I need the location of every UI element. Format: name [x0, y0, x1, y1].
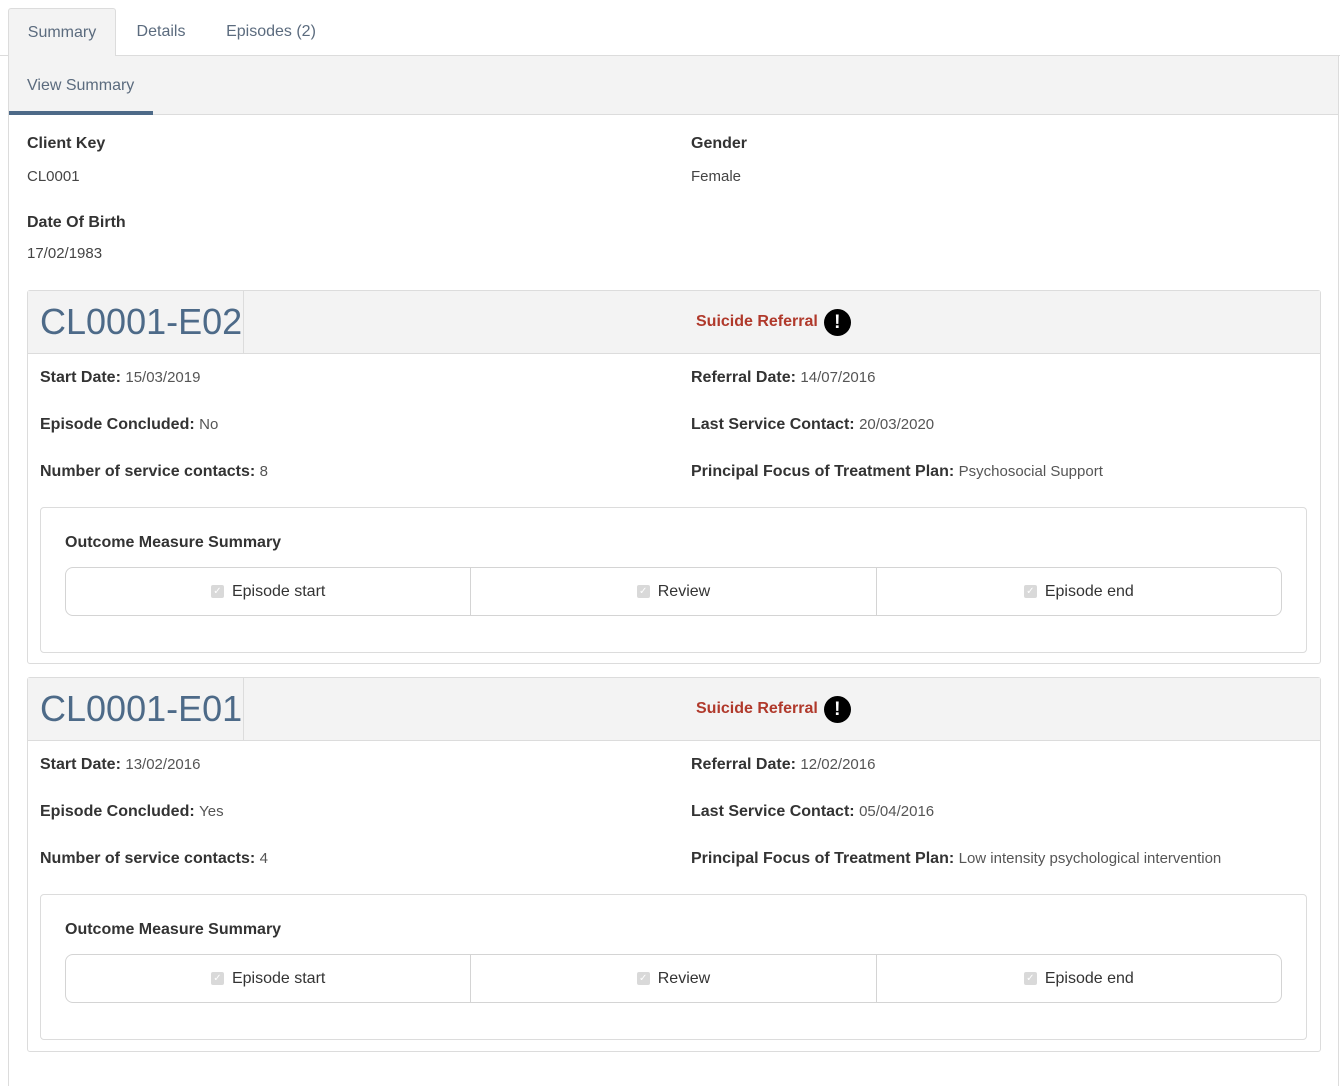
tab-details[interactable]: Details [122, 8, 200, 56]
checkbox-icon: ✓ [1023, 585, 1037, 598]
principal-focus-row: Principal Focus of Treatment Plan: Low i… [691, 850, 1222, 867]
episode-concluded-row: Episode Concluded: Yes [40, 803, 224, 820]
outcome-measure-summary: Outcome Measure Summary ✓ Episode start ✓… [40, 507, 1307, 653]
outcome-button-group: ✓ Episode start ✓ Review ✓ Episode end [65, 567, 1282, 616]
tab-episodes[interactable]: Episodes (2) [212, 8, 330, 56]
suicide-referral-flag: Suicide Referral [696, 313, 818, 330]
start-date-row: Start Date: 13/02/2016 [40, 756, 201, 773]
outcome-review[interactable]: ✓ Review [471, 568, 877, 615]
outcome-review[interactable]: ✓ Review [471, 955, 877, 1002]
outcome-title: Outcome Measure Summary [65, 921, 282, 938]
outcome-episode-start[interactable]: ✓ Episode start [66, 955, 472, 1002]
outcome-measure-summary: Outcome Measure Summary ✓ Episode start ✓… [40, 894, 1307, 1040]
dob-label: Date Of Birth [27, 214, 126, 231]
referral-date-row: Referral Date: 12/02/2016 [691, 756, 876, 773]
service-contacts-row: Number of service contacts: 4 [40, 850, 268, 867]
episode-flag: Suicide Referral ! [696, 308, 851, 336]
episode-flag: Suicide Referral ! [696, 695, 851, 723]
checkbox-icon: ✓ [210, 585, 224, 598]
subtab-view-summary[interactable]: View Summary [9, 56, 153, 115]
subtab-bar: View Summary [9, 56, 1338, 115]
exclamation-icon: ! [823, 308, 851, 336]
outcome-episode-end[interactable]: ✓ Episode end [877, 955, 1281, 1002]
outcome-button-group: ✓ Episode start ✓ Review ✓ Episode end [65, 954, 1282, 1003]
outcome-episode-end[interactable]: ✓ Episode end [877, 568, 1281, 615]
gender-value: Female [691, 168, 742, 185]
episode-header: CL0001-E02 Suicide Referral ! [28, 291, 1320, 354]
outcome-episode-start[interactable]: ✓ Episode start [66, 568, 472, 615]
episode-card: CL0001-E02 Suicide Referral ! Start Date… [27, 290, 1321, 664]
main-tabs: Summary Details Episodes (2) [0, 0, 1340, 57]
summary-panel: View Summary Client Key CL0001 Gender Fe… [8, 56, 1339, 1086]
referral-date-row: Referral Date: 14/07/2016 [691, 369, 876, 386]
episode-id: CL0001-E02 [28, 291, 244, 353]
client-key-label: Client Key [27, 135, 106, 152]
service-contacts-row: Number of service contacts: 8 [40, 463, 268, 480]
checkbox-icon: ✓ [636, 585, 650, 598]
exclamation-icon: ! [823, 695, 851, 723]
dob-value: 17/02/1983 [27, 245, 103, 262]
start-date-row: Start Date: 15/03/2019 [40, 369, 201, 386]
suicide-referral-flag: Suicide Referral [696, 700, 818, 717]
checkbox-icon: ✓ [1023, 972, 1037, 985]
episode-id: CL0001-E01 [28, 678, 244, 740]
checkbox-icon: ✓ [210, 972, 224, 985]
episode-concluded-row: Episode Concluded: No [40, 416, 219, 433]
last-service-contact-row: Last Service Contact: 20/03/2020 [691, 416, 935, 433]
gender-label: Gender [691, 135, 748, 152]
episode-card: CL0001-E01 Suicide Referral ! Start Date… [27, 677, 1321, 1052]
principal-focus-row: Principal Focus of Treatment Plan: Psych… [691, 463, 1103, 480]
episode-header: CL0001-E01 Suicide Referral ! [28, 678, 1320, 741]
checkbox-icon: ✓ [636, 972, 650, 985]
outcome-title: Outcome Measure Summary [65, 534, 282, 551]
client-key-value: CL0001 [27, 168, 80, 185]
last-service-contact-row: Last Service Contact: 05/04/2016 [691, 803, 935, 820]
tab-summary[interactable]: Summary [8, 8, 116, 57]
